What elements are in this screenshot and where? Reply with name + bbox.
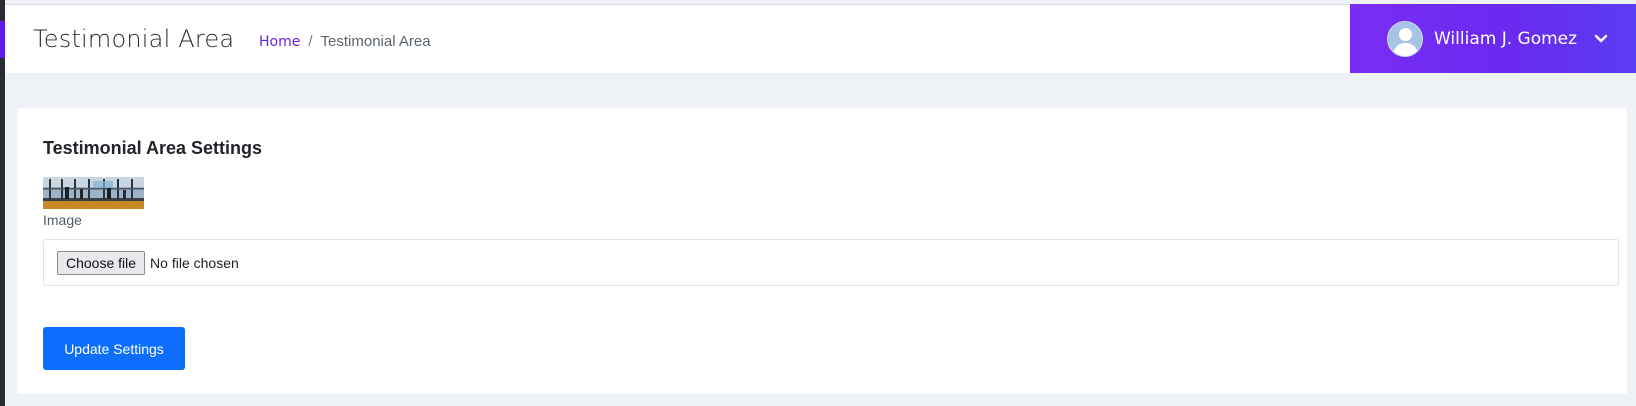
breadcrumb-home-link[interactable]: Home	[259, 34, 300, 50]
card-title: Testimonial Area Settings	[43, 138, 263, 158]
settings-card: Testimonial Area Settings Image Choose f…	[17, 108, 1627, 394]
choose-file-button[interactable]: Choose file	[57, 250, 146, 275]
avatar-shoulders-shape	[1393, 42, 1418, 56]
page-title: Testimonial Area	[33, 25, 235, 53]
file-status-text: No file chosen	[150, 254, 239, 271]
user-name: William J. Gomez	[1434, 28, 1578, 49]
testimonial-image-preview	[43, 177, 144, 209]
avatar-head-shape	[1399, 27, 1412, 41]
breadcrumb: Home / Testimonial Area	[259, 33, 431, 50]
breadcrumb-separator: /	[308, 33, 313, 50]
update-settings-button[interactable]: Update Settings	[43, 327, 185, 370]
top-header: Testimonial Area Home / Testimonial Area	[5, 4, 1350, 73]
image-field-label: Image	[43, 212, 82, 228]
chevron-down-icon	[1593, 31, 1609, 47]
image-file-input[interactable]: Choose file No file chosen	[43, 239, 1619, 286]
user-menu-toggle[interactable]: William J. Gomez	[1350, 4, 1636, 73]
breadcrumb-current: Testimonial Area	[320, 33, 431, 50]
user-avatar-icon	[1387, 20, 1423, 57]
